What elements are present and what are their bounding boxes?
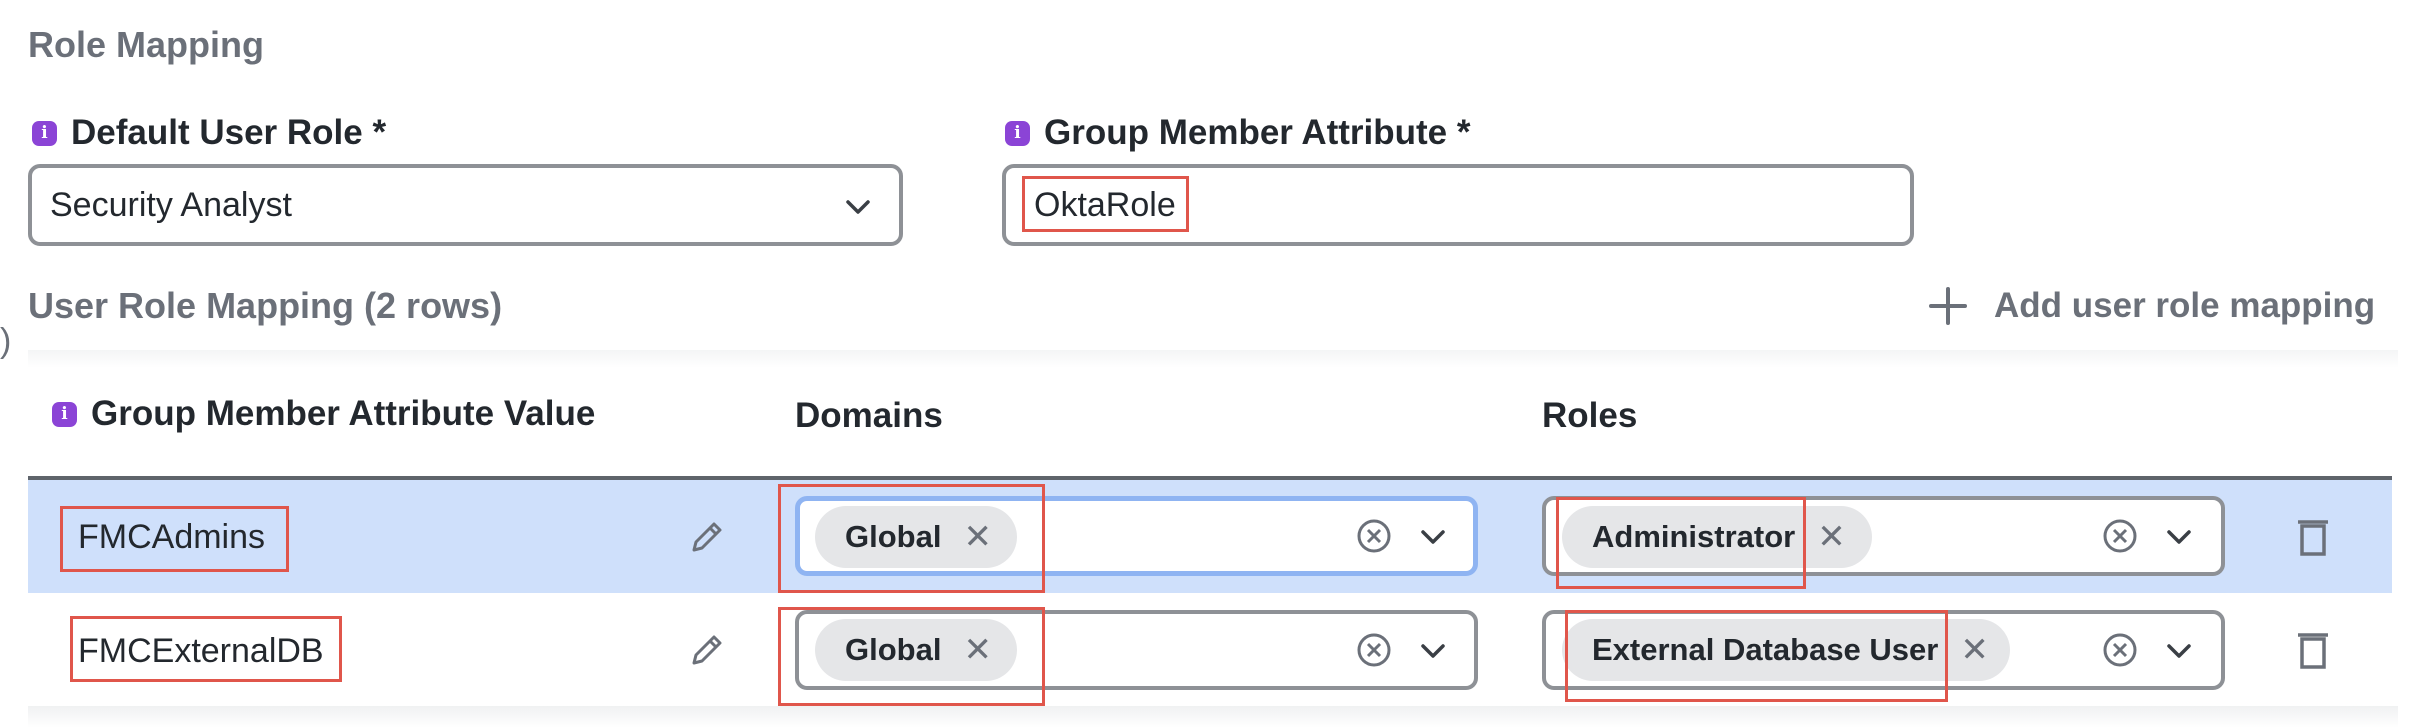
group-member-attribute-label: i Group Member Attribute * (1005, 113, 1471, 153)
pencil-icon[interactable] (688, 518, 726, 556)
group-member-attribute-value: OktaRole (1034, 185, 1176, 224)
role-chip-label: Administrator (1592, 519, 1796, 554)
pencil-icon[interactable] (688, 631, 726, 669)
chevron-down-icon[interactable] (1420, 528, 1446, 546)
domain-chip: Global ✕ (815, 506, 1017, 568)
role-chip: Administrator ✕ (1562, 506, 1872, 568)
domain-chip-label: Global (845, 519, 942, 554)
plus-icon (1929, 287, 1967, 325)
clear-circle-icon[interactable] (1356, 632, 1392, 668)
clear-circle-icon[interactable] (2102, 632, 2138, 668)
trash-icon[interactable] (2296, 629, 2330, 669)
chevron-down-icon[interactable] (1420, 642, 1446, 660)
default-user-role-select[interactable]: Security Analyst (28, 164, 903, 246)
chevron-down-icon[interactable] (2166, 642, 2192, 660)
table-bottom-shade (28, 706, 2398, 728)
chevron-down-icon[interactable] (2166, 528, 2192, 546)
add-user-role-mapping-button[interactable]: Add user role mapping (1928, 286, 2375, 326)
role-chip: External Database User ✕ (1562, 619, 2010, 681)
role-chip-label: External Database User (1592, 632, 1939, 667)
row-attr-value: FMCAdmins (78, 518, 266, 556)
attr-value-header-text: Group Member Attribute Value (91, 394, 596, 433)
edge-glyph: ) (0, 322, 12, 360)
group-member-attribute-input[interactable]: OktaRole (1002, 164, 1914, 246)
default-user-role-value: Security Analyst (50, 185, 292, 224)
section-title: Role Mapping (28, 24, 264, 65)
domain-chip: Global ✕ (815, 619, 1017, 681)
group-member-attribute-label-text: Group Member Attribute * (1044, 113, 1471, 152)
row-attr-value: FMCExternalDB (78, 632, 324, 670)
table-top-shade (28, 350, 2398, 368)
attr-value-column-header: i Group Member Attribute Value (52, 394, 595, 434)
add-user-role-mapping-label: Add user role mapping (1994, 286, 2376, 325)
info-icon[interactable]: i (52, 401, 77, 427)
close-icon[interactable]: ✕ (963, 630, 992, 670)
trash-icon[interactable] (2296, 516, 2330, 556)
clear-circle-icon[interactable] (1356, 518, 1392, 554)
default-user-role-label-text: Default User Role * (71, 113, 387, 152)
domains-column-header: Domains (795, 396, 943, 435)
close-icon[interactable]: ✕ (963, 517, 992, 557)
clear-circle-icon[interactable] (2102, 518, 2138, 554)
close-icon[interactable]: ✕ (1817, 517, 1846, 557)
info-icon[interactable]: i (32, 120, 57, 146)
roles-column-header: Roles (1542, 396, 1638, 435)
info-icon[interactable]: i (1005, 120, 1030, 146)
chevron-down-icon[interactable] (845, 198, 871, 216)
close-icon[interactable]: ✕ (1960, 630, 1989, 670)
domain-chip-label: Global (845, 632, 942, 667)
user-role-mapping-title: User Role Mapping (2 rows) (28, 285, 503, 326)
default-user-role-label: i Default User Role * (32, 113, 386, 153)
